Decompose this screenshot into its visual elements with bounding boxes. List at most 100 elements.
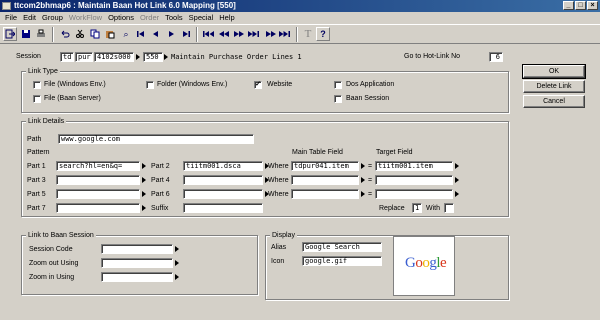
part-5-label: Part 5 xyxy=(27,191,46,198)
part-3-field[interactable] xyxy=(56,175,140,185)
zoom-out-label: Zoom out Using xyxy=(29,260,79,267)
menu-options[interactable]: Options xyxy=(106,12,138,23)
file-baan-server-checkbox[interactable] xyxy=(33,95,41,103)
first-set-icon[interactable] xyxy=(202,27,216,41)
with-field[interactable] xyxy=(444,203,454,213)
next-set-icon[interactable] xyxy=(232,27,246,41)
next-record-icon[interactable] xyxy=(164,27,178,41)
zoom-arrow-icon[interactable] xyxy=(142,205,146,211)
toolbar-separator xyxy=(196,27,198,42)
end-set-icon[interactable] xyxy=(278,27,292,41)
menu-group[interactable]: Group xyxy=(40,12,67,23)
baan-session-checkbox[interactable] xyxy=(334,95,342,103)
menu-help[interactable]: Help xyxy=(217,12,238,23)
print-icon[interactable] xyxy=(34,27,48,41)
display-title: Display xyxy=(270,231,297,240)
zoom-arrow-icon[interactable] xyxy=(455,191,459,197)
zoom-arrow-icon[interactable] xyxy=(361,163,365,169)
target-field-2[interactable] xyxy=(375,175,453,185)
part-6-field[interactable] xyxy=(183,189,263,199)
link-type-title: Link Type xyxy=(26,67,60,76)
zoom-arrow-icon[interactable] xyxy=(175,246,179,252)
path-field[interactable]: www.google.com xyxy=(58,134,254,144)
main-table-field-1[interactable]: tdpur041.item xyxy=(291,161,359,171)
menu-file[interactable]: File xyxy=(3,12,21,23)
close-button[interactable]: × xyxy=(587,1,598,10)
part-5-field[interactable] xyxy=(56,189,140,199)
part-3-label: Part 3 xyxy=(27,177,46,184)
zoom-arrow-icon[interactable] xyxy=(142,163,146,169)
previous-set-icon[interactable] xyxy=(217,27,231,41)
zoom-out-input[interactable] xyxy=(101,258,173,268)
save-icon[interactable] xyxy=(19,27,33,41)
undo-icon[interactable] xyxy=(58,27,72,41)
text-icon[interactable]: T xyxy=(301,27,315,41)
copy-icon[interactable] xyxy=(88,27,102,41)
part-2-field[interactable]: tiitm001.dsca xyxy=(183,161,263,171)
target-field-3[interactable] xyxy=(375,189,453,199)
last-set-icon[interactable] xyxy=(247,27,261,41)
main-table-field-label: Main Table Field xyxy=(292,149,343,156)
zoom-arrow-icon[interactable] xyxy=(164,54,168,60)
zoom-arrow-icon[interactable] xyxy=(455,177,459,183)
session-code-input[interactable] xyxy=(101,244,173,254)
session-package-field[interactable]: td xyxy=(60,52,74,62)
paste-icon[interactable] xyxy=(103,27,117,41)
part-7-label: Part 7 xyxy=(27,205,46,212)
session-module-field[interactable]: pur xyxy=(75,52,93,62)
zoom-arrow-icon[interactable] xyxy=(175,274,179,280)
cut-icon[interactable] xyxy=(73,27,87,41)
suffix-field[interactable] xyxy=(183,203,263,213)
menu-tools[interactable]: Tools xyxy=(163,12,187,23)
website-label: Website xyxy=(267,81,293,88)
toolbar-separator xyxy=(296,27,298,42)
folder-windows-checkbox[interactable] xyxy=(146,81,154,89)
equals-sign: = xyxy=(368,177,373,184)
session-code-field[interactable]: 4102s000 xyxy=(94,52,134,62)
alias-field[interactable]: Google Search xyxy=(302,242,382,252)
main-table-field-3[interactable] xyxy=(291,189,359,199)
menu-edit[interactable]: Edit xyxy=(21,12,40,23)
context-help-icon[interactable]: ? xyxy=(316,27,330,41)
zoom-arrow-icon[interactable] xyxy=(361,177,365,183)
replace-field[interactable]: 1 xyxy=(412,203,422,213)
zoom-arrow-icon[interactable] xyxy=(142,177,146,183)
previous-record-icon[interactable] xyxy=(149,27,163,41)
zoom-arrow-icon[interactable] xyxy=(136,54,140,60)
zoom-arrow-icon[interactable] xyxy=(361,191,365,197)
equals-sign: = xyxy=(368,163,373,170)
minimize-button[interactable]: _ xyxy=(563,1,574,10)
target-field-1[interactable]: tiitm001.item xyxy=(375,161,453,171)
folder-windows-label: Folder (Windows Env.) xyxy=(157,81,228,88)
session-company-field[interactable]: 550 xyxy=(143,52,163,62)
file-windows-checkbox[interactable] xyxy=(33,81,41,89)
zoom-in-input[interactable] xyxy=(101,272,173,282)
part-7-field[interactable] xyxy=(56,203,140,213)
zoom-arrow-icon[interactable] xyxy=(455,163,459,169)
dos-application-checkbox[interactable] xyxy=(334,81,342,89)
maximize-button[interactable]: □ xyxy=(575,1,586,10)
part-4-field[interactable] xyxy=(183,175,263,185)
part-1-field[interactable]: search?hl=en&q= xyxy=(56,161,140,171)
delete-link-button[interactable]: Delete Link xyxy=(523,80,585,93)
zoom-arrow-icon[interactable] xyxy=(142,191,146,197)
icon-field[interactable]: google.gif xyxy=(302,256,382,266)
exit-icon[interactable] xyxy=(3,27,17,41)
first-record-icon[interactable] xyxy=(134,27,148,41)
cancel-button[interactable]: Cancel xyxy=(523,95,585,108)
find-icon[interactable]: ⌕ xyxy=(119,27,133,41)
menu-order: Order xyxy=(139,13,160,22)
app-icon xyxy=(2,2,11,10)
toolbar: ⌕ T ? xyxy=(0,24,600,44)
menu-bar: File Edit Group WorkFlow Options Order T… xyxy=(0,12,600,23)
website-checkbox[interactable]: ✓ xyxy=(254,81,262,89)
menu-special[interactable]: Special xyxy=(187,12,218,23)
goto-hotlink-field[interactable]: 6 xyxy=(489,52,503,62)
main-table-field-2[interactable] xyxy=(291,175,359,185)
zoom-arrow-icon[interactable] xyxy=(175,260,179,266)
link-details-title: Link Details xyxy=(26,117,67,126)
part-2-label: Part 2 xyxy=(151,163,170,170)
ok-button[interactable]: OK xyxy=(522,64,586,79)
last-record-icon[interactable] xyxy=(179,27,193,41)
forward-set-icon[interactable] xyxy=(264,27,278,41)
